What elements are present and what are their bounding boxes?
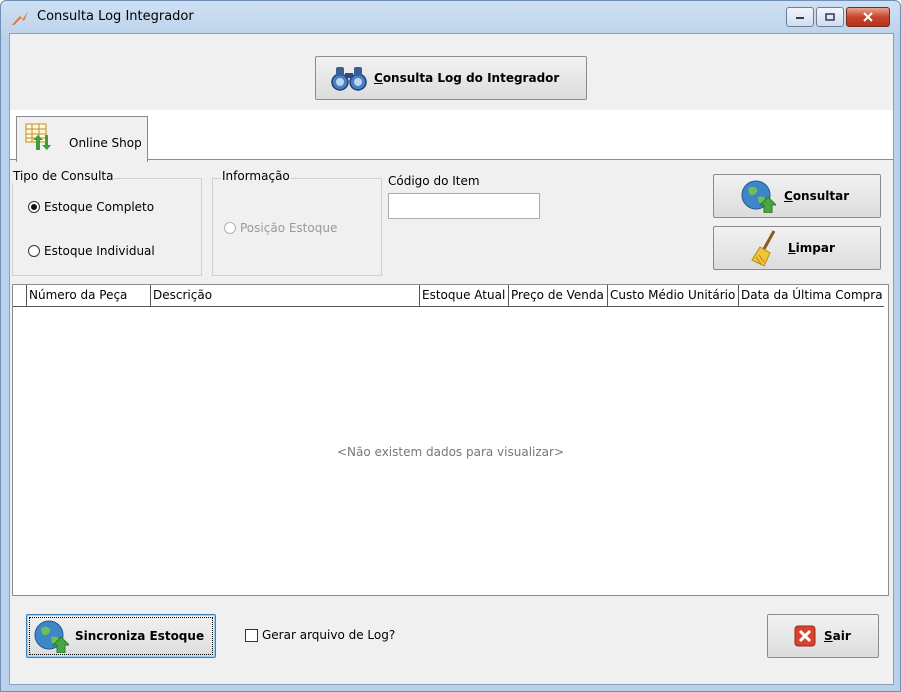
sair-mnemonic: S [824,629,833,643]
focus-rect [29,617,213,655]
consulta-log-label: onsulta Log do Integrador [382,71,560,85]
gerar-log-label: Gerar arquivo de Log? [262,628,396,642]
column-header-estoque-atual[interactable]: Estoque Atual [420,285,509,306]
binoculars-icon [331,67,367,91]
minimize-button[interactable] [786,7,814,27]
consultar-button[interactable]: Consultar [713,174,881,218]
radio-label: Estoque Completo [44,200,155,214]
globe-arrow-icon [741,180,776,213]
consulta-log-mnemonic: C [374,71,383,85]
client-area: Consulta Log do Integrador Online Shop T… [9,33,894,685]
column-header-preco-venda[interactable]: Preço de Venda [509,285,608,306]
close-window-button[interactable] [846,7,890,27]
close-icon [863,12,873,22]
radio-posicao-estoque[interactable]: Posição Estoque [224,221,337,235]
codigo-item-label: Código do Item [388,174,480,188]
informacao-legend: Informação [221,169,291,183]
sair-label: air [832,629,851,643]
gerar-log-checkbox[interactable]: Gerar arquivo de Log? [245,628,395,642]
sair-button[interactable]: Sair [767,614,879,658]
radio-label: Posição Estoque [240,221,338,235]
window-title: Consulta Log Integrador [37,9,194,24]
close-red-icon [794,625,816,647]
radio-indicator [28,245,40,257]
radio-indicator [28,201,40,213]
grid-empty-message: <Não existem dados para visualizar> [336,445,564,459]
broom-icon [751,230,776,267]
sincroniza-estoque-button[interactable]: Sincroniza Estoque [26,614,216,658]
results-grid[interactable]: Número da Peça Descrição Estoque Atual P… [12,284,889,596]
column-header-numero-peca[interactable]: Número da Peça [27,285,151,306]
tipo-consulta-group [12,178,202,276]
grid-header: Número da Peça Descrição Estoque Atual P… [13,285,884,307]
limpar-button[interactable]: Limpar [713,226,881,270]
maximize-button[interactable] [816,7,844,27]
grid-row-indicator [13,285,27,306]
table-arrows-icon [25,123,51,150]
consulta-log-button[interactable]: Consulta Log do Integrador [315,56,587,100]
radio-estoque-completo[interactable]: Estoque Completo [28,200,154,214]
column-header-custo-medio[interactable]: Custo Médio Unitário [608,285,739,306]
app-logo-icon [12,11,28,25]
title-bar: Consulta Log Integrador [1,1,900,33]
tab-online-shop[interactable]: Online Shop [16,116,148,162]
app-window: Consulta Log Integrador C onsulta Log do… [0,0,901,692]
codigo-item-input[interactable] [388,193,540,219]
limpar-mnemonic: L [788,241,796,255]
tipo-consulta-legend: Tipo de Consulta [12,169,115,183]
column-header-data-ultima-compra[interactable]: Data da Última Compra [739,285,884,306]
checkbox-indicator [245,628,258,642]
consultar-mnemonic: C [784,189,793,203]
tab-label: Online Shop [69,136,142,150]
radio-estoque-individual[interactable]: Estoque Individual [28,244,155,258]
consultar-label: onsultar [792,189,850,203]
minimize-icon [796,17,804,19]
column-header-descricao[interactable]: Descrição [151,285,420,306]
limpar-label: impar [795,241,835,255]
maximize-icon [825,13,835,21]
radio-indicator [224,222,236,234]
radio-label: Estoque Individual [44,244,155,258]
